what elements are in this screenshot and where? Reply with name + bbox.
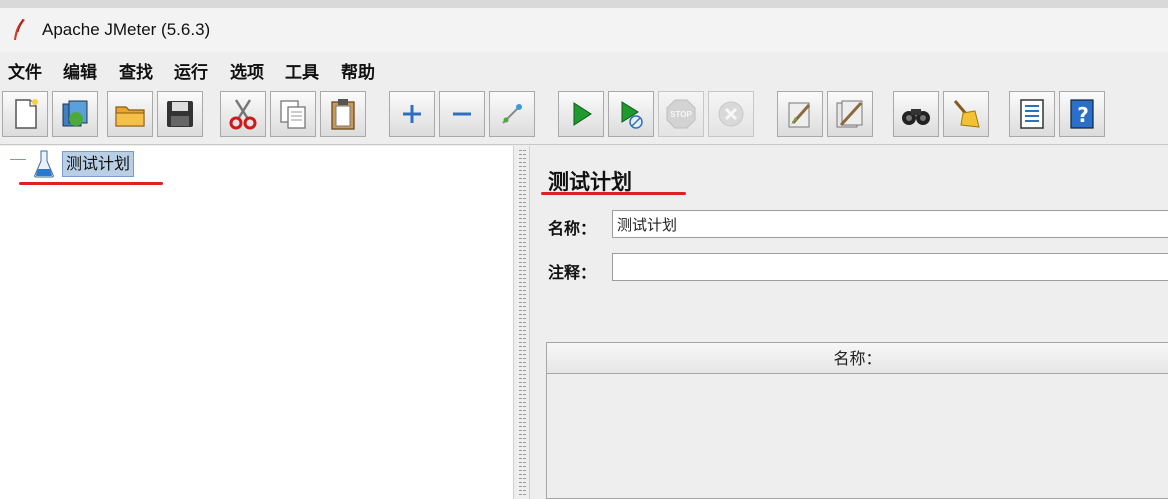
paste-button[interactable] [320, 91, 366, 137]
clear-button[interactable] [777, 91, 823, 137]
copy-icon [280, 100, 306, 129]
menu-tools[interactable]: 工具 [285, 58, 319, 83]
clear-all-button[interactable] [827, 91, 873, 137]
copy-button[interactable] [270, 91, 316, 137]
menu-edit[interactable]: 编辑 [63, 58, 97, 83]
jmeter-feather-icon [14, 18, 25, 40]
menu-help[interactable]: 帮助 [341, 58, 375, 83]
new-file-icon [15, 99, 38, 129]
tree-connector [10, 159, 26, 160]
start-no-pauses-icon [621, 101, 643, 129]
search-icon [902, 109, 930, 125]
start-button[interactable] [558, 91, 604, 137]
tree-panel[interactable] [0, 146, 514, 499]
stop-button[interactable]: STOP [658, 91, 704, 137]
flask-icon [34, 150, 54, 178]
divider-grip [519, 150, 522, 495]
toggle-button[interactable] [489, 91, 535, 137]
save-icon [167, 101, 193, 127]
shutdown-button[interactable] [708, 91, 754, 137]
expand-icon [403, 105, 421, 123]
comment-label: 注释： [548, 263, 597, 282]
new-button[interactable] [2, 91, 48, 137]
expand-all-button[interactable] [389, 91, 435, 137]
title-bar: Apache JMeter (5.6.3) [0, 8, 1168, 52]
menu-options[interactable]: 选项 [230, 58, 264, 83]
clear-all-icon [836, 100, 863, 128]
templates-icon [62, 100, 88, 127]
stop-icon: STOP [666, 99, 696, 129]
divider-grip [523, 150, 526, 495]
paste-icon [331, 99, 355, 130]
menu-file[interactable]: 文件 [8, 58, 42, 83]
svg-text:?: ? [1077, 103, 1089, 127]
menu-search[interactable]: 查找 [119, 58, 153, 83]
cut-icon [229, 99, 257, 130]
split-pane-divider[interactable] [514, 146, 529, 499]
help-icon: ? [1070, 99, 1094, 129]
tree-node-test-plan[interactable]: 测试计划 [62, 151, 135, 177]
collapse-all-button[interactable] [439, 91, 485, 137]
variables-table[interactable]: 名称： [546, 342, 1168, 499]
function-helper-button[interactable] [1009, 91, 1055, 137]
start-no-pauses-button[interactable] [608, 91, 654, 137]
window-title: Apache JMeter (5.6.3) [42, 20, 211, 39]
reset-search-button[interactable] [943, 91, 989, 137]
toolbar: STOP ? [0, 86, 1168, 145]
cut-button[interactable] [220, 91, 266, 137]
toggle-icon [502, 104, 522, 124]
open-button[interactable] [107, 91, 153, 137]
annotation-underline-tree [19, 182, 163, 185]
annotation-underline-title [541, 192, 686, 195]
open-folder-icon [115, 106, 145, 127]
name-field[interactable] [612, 210, 1168, 238]
search-button[interactable] [893, 91, 939, 137]
shutdown-icon [718, 101, 744, 127]
function-helper-icon [1020, 99, 1044, 129]
comment-field[interactable] [612, 253, 1168, 281]
reset-search-icon [953, 100, 980, 128]
help-button[interactable]: ? [1059, 91, 1105, 137]
templates-button[interactable] [52, 91, 98, 137]
stop-icon-text: STOP [670, 110, 692, 119]
background-strip [0, 0, 1168, 8]
start-icon [573, 102, 592, 126]
name-label: 名称： [548, 219, 597, 238]
save-button[interactable] [157, 91, 203, 137]
clear-icon [788, 102, 811, 128]
menu-bar: 文件 编辑 查找 运行 选项 工具 帮助 [0, 52, 1168, 86]
collapse-icon [453, 112, 471, 116]
menu-run[interactable]: 运行 [174, 58, 208, 83]
table-header-name[interactable]: 名称： [547, 343, 1168, 374]
